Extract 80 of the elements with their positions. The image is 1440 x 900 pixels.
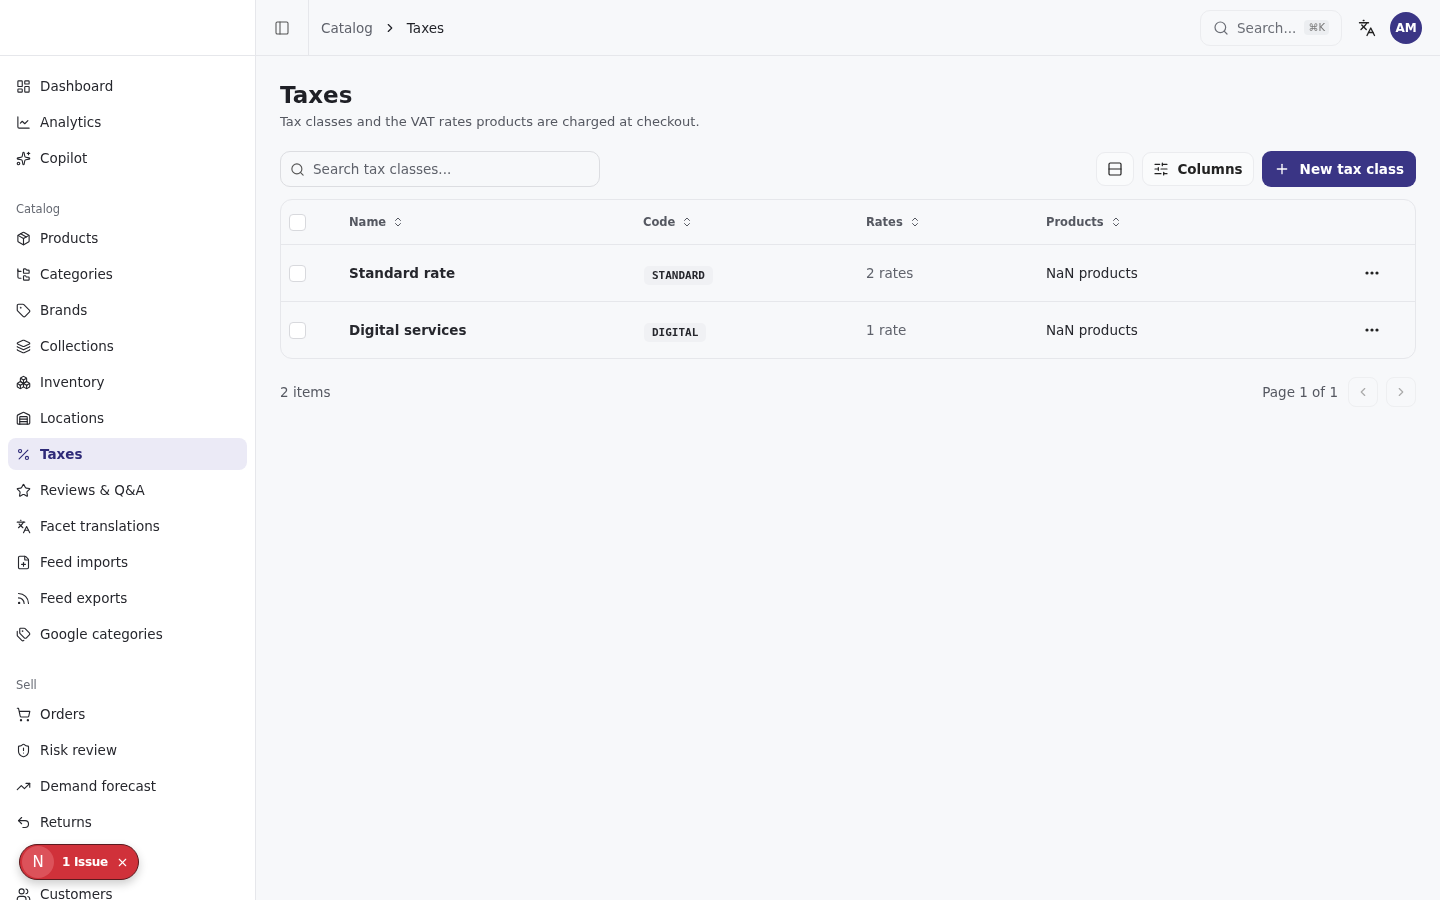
table-cell-text: Standard rate [349,265,457,281]
new-tax-class-button[interactable]: New tax class [1261,151,1416,187]
table-cell-text: NaN products [1046,322,1139,338]
sidebar-item[interactable]: Copilot [8,142,247,174]
column-header[interactable]: Code [643,215,866,229]
sidebar-item[interactable]: Inventory [8,366,247,398]
breadcrumb-link[interactable]: Taxes [406,19,445,36]
boxes-icon [16,374,31,390]
ellipsis-icon [1365,271,1379,275]
sidebar-item[interactable]: Collections [8,330,247,362]
file-plus-icon [16,554,31,570]
sidebar-item[interactable]: Brands [8,294,247,326]
table-cell-text: 2 rates [866,265,915,281]
search-icon [1213,19,1229,36]
code-tag: STANDARD [644,265,713,285]
search-field[interactable]: Search tax classes... [280,151,600,187]
column-header[interactable]: Rates [866,215,1046,229]
dashboard-icon [16,78,31,94]
code-tag: DIGITAL [644,322,707,342]
warehouse-icon [16,410,31,426]
sidebar-item[interactable]: Taxes [8,438,247,470]
sidebar-item[interactable]: Risk review [8,734,247,766]
translate-icon [16,518,31,534]
page-indicator: Page 1 of 1 [1262,384,1338,400]
rows-icon [1107,161,1124,177]
sidebar-item[interactable]: Products [8,222,247,254]
table-cell-text: NaN products [1046,265,1139,281]
sparkles-icon [16,150,31,166]
chart-icon [16,114,31,130]
page-title: Taxes [280,82,354,108]
section-title: Catalog [15,201,62,218]
package-icon [16,230,31,246]
sidebar-item[interactable]: Analytics [8,106,247,138]
column-header[interactable]: Products [1046,215,1365,229]
sidebar-item[interactable]: Customers [8,878,247,900]
sidebar-item[interactable]: Demand forecast [8,770,247,802]
translate-button[interactable] [1358,18,1376,37]
sidebar-item[interactable]: Reviews & Q&A [8,474,247,506]
sidebar-item[interactable]: Feed exports [8,582,247,614]
row-checkbox[interactable] [289,264,306,282]
rss-icon [16,590,31,606]
table-cell-text: Digital services [349,322,468,338]
sidebar-item[interactable]: Categories [8,258,247,290]
sidebar-item[interactable]: Returns [8,806,247,838]
ellipsis-icon [1365,328,1379,332]
search-icon [290,162,305,177]
search-button[interactable]: Search... ⌘K [1200,9,1342,46]
undo-icon [16,814,31,830]
sidebar-item[interactable]: Orders [8,698,247,730]
columns-button[interactable]: Columns [1142,152,1254,186]
sidebar-icon [274,19,290,36]
sidebar-item[interactable]: Locations [8,402,247,434]
users-icon [16,886,31,900]
breadcrumb-link[interactable]: Catalog [321,19,373,36]
issue-badge[interactable]: N 1 Issue [19,844,139,880]
sliders-icon [1153,161,1170,177]
sidebar-item[interactable]: Google categories [8,618,247,650]
percent-icon [16,446,31,462]
shield-icon [16,742,31,758]
translate-icon [1358,18,1376,37]
row-checkbox[interactable] [289,321,306,339]
density-button[interactable] [1096,152,1135,186]
tag-icon [16,302,31,318]
column-header[interactable]: Name [349,215,643,229]
star-icon [16,482,31,498]
layers-icon [16,338,31,354]
page-subtitle: Tax classes and the VAT rates products are charged at checkout. [280,114,701,129]
select-all-checkbox[interactable] [289,213,306,231]
cart-icon [16,706,31,722]
item-count: 2 items [280,384,331,400]
issue-count: 1 Issue [62,855,108,869]
sidebar-item[interactable]: Dashboard [8,70,247,102]
tags-icon [16,626,31,642]
section-title: Sell [15,677,38,694]
user-avatar[interactable]: AM [1390,11,1422,44]
tree-icon [16,266,31,282]
table-cell-text: 1 rate [866,322,908,338]
letter-avatar: N [22,846,54,878]
sidebar-item[interactable]: Facet translations [8,510,247,542]
sidebar-item[interactable]: Feed imports [8,546,247,578]
